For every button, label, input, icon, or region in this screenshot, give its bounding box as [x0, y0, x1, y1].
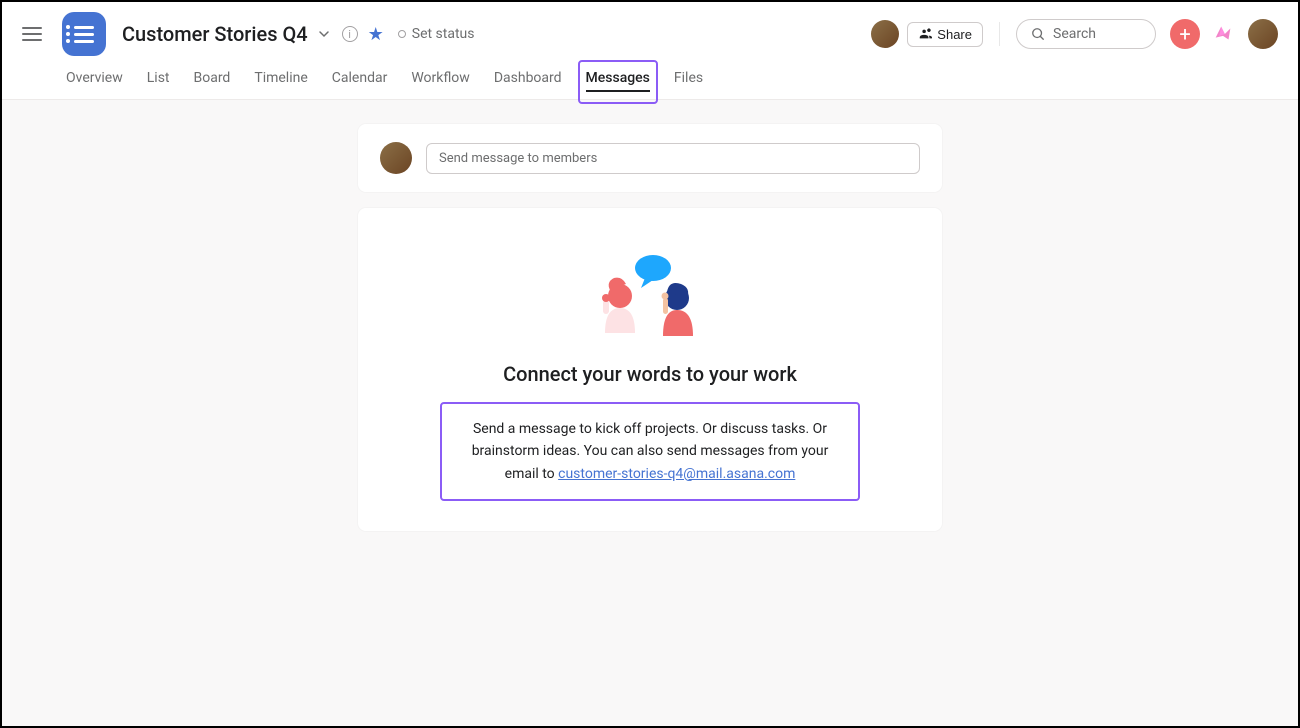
empty-state-title: Connect your words to your work [503, 362, 797, 386]
compose-avatar [380, 142, 412, 174]
add-button[interactable]: + [1170, 19, 1200, 49]
search-icon [1031, 27, 1045, 41]
origami-icon[interactable] [1212, 23, 1234, 45]
share-label: Share [937, 27, 972, 42]
tabs-row: Overview List Board Timeline Calendar Wo… [2, 56, 1298, 100]
status-dot-icon [398, 30, 406, 38]
content-area: Send message to members Connect your wo [2, 100, 1298, 726]
tab-workflow[interactable]: Workflow [411, 58, 470, 98]
compose-input[interactable]: Send message to members [426, 143, 920, 174]
tab-list[interactable]: List [147, 58, 170, 98]
empty-state-description: Send a message to kick off projects. Or … [440, 402, 860, 501]
menu-icon[interactable] [22, 27, 42, 41]
info-icon[interactable]: i [342, 26, 358, 42]
conversation-illustration [585, 248, 715, 338]
tab-messages-label: Messages [586, 70, 650, 86]
share-button[interactable]: Share [907, 22, 983, 47]
star-icon[interactable]: ★ [368, 24, 384, 45]
set-status-label: Set status [412, 26, 475, 42]
tab-dashboard[interactable]: Dashboard [494, 58, 562, 98]
empty-email-link[interactable]: customer-stories-q4@mail.asana.com [558, 466, 795, 482]
project-title[interactable]: Customer Stories Q4 [122, 22, 308, 46]
search-placeholder: Search [1053, 26, 1096, 42]
compose-card: Send message to members [358, 124, 942, 192]
empty-state-card: Connect your words to your work Send a m… [358, 208, 942, 531]
people-icon [918, 27, 932, 41]
tab-messages[interactable]: Messages [586, 58, 650, 98]
divider [999, 22, 1000, 46]
tab-board[interactable]: Board [194, 58, 231, 98]
tab-files[interactable]: Files [674, 58, 703, 98]
search-input[interactable]: Search [1016, 19, 1156, 49]
tab-calendar[interactable]: Calendar [332, 58, 388, 98]
user-avatar[interactable] [1248, 19, 1278, 49]
set-status-button[interactable]: Set status [398, 26, 475, 42]
tab-timeline[interactable]: Timeline [254, 58, 307, 98]
project-icon[interactable] [62, 12, 106, 56]
top-header: Customer Stories Q4 i ★ Set status Share… [2, 2, 1298, 56]
member-avatar[interactable] [871, 20, 899, 48]
tab-overview[interactable]: Overview [66, 58, 123, 98]
chevron-down-icon[interactable] [318, 28, 330, 40]
